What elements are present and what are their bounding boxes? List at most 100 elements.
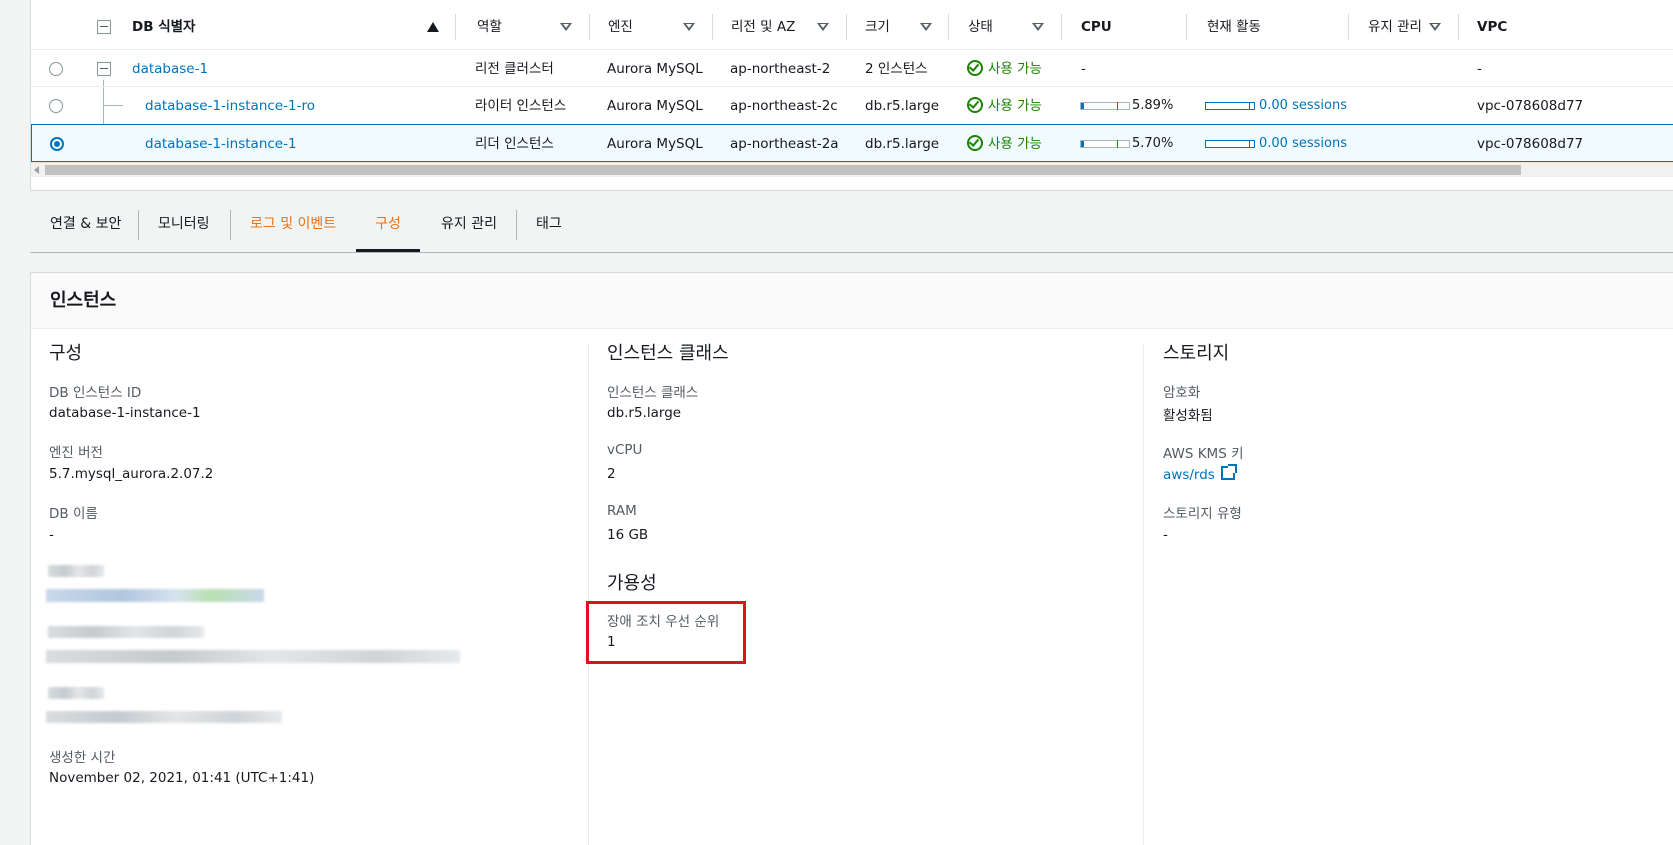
table-row-selected[interactable]: database-1-instance-1 리더 인스턴스 Aurora MyS… bbox=[31, 124, 1673, 162]
status-ok-icon bbox=[967, 135, 983, 151]
status-cell: 사용 가능 bbox=[967, 125, 1042, 163]
sort-region-icon[interactable] bbox=[817, 23, 829, 31]
db-instances-table: DB 식별자 역할 엔진 리전 및 AZ 크기 상태 CPU 현재 활동 유지 … bbox=[30, 0, 1673, 191]
size-cell: db.r5.large bbox=[865, 136, 940, 152]
header-size[interactable]: 크기 bbox=[865, 0, 890, 54]
db-id-link[interactable]: database-1-instance-1-ro bbox=[145, 86, 315, 126]
header-maintenance[interactable]: 유지 관리 bbox=[1368, 0, 1422, 54]
kms-key-link[interactable]: aws/rds bbox=[1163, 467, 1215, 483]
engine-cell: Aurora MySQL bbox=[607, 98, 703, 114]
header-activity[interactable]: 현재 활동 bbox=[1207, 0, 1261, 54]
sort-status-icon[interactable] bbox=[1032, 23, 1044, 31]
sessions-bar bbox=[1205, 102, 1255, 110]
sessions-link[interactable]: 0.00 sessions bbox=[1259, 125, 1347, 163]
scroll-left-icon[interactable] bbox=[34, 166, 39, 174]
instance-class-heading: 인스턴스 클래스 bbox=[607, 343, 729, 364]
redacted-label bbox=[48, 626, 204, 638]
horizontal-scrollbar[interactable] bbox=[31, 162, 1673, 177]
tab-logs-events[interactable]: 로그 및 이벤트 bbox=[250, 205, 336, 252]
created-label: 생성한 시간 bbox=[49, 750, 116, 766]
collapse-row-icon[interactable] bbox=[97, 62, 111, 76]
header-region-az[interactable]: 리전 및 AZ bbox=[731, 0, 795, 54]
status-cell: 사용 가능 bbox=[967, 49, 1042, 89]
instance-class-label: 인스턴스 클래스 bbox=[607, 385, 699, 401]
region-cell: ap-northeast-2 bbox=[730, 61, 831, 77]
instance-id-label: DB 인스턴스 ID bbox=[49, 385, 142, 401]
header-status[interactable]: 상태 bbox=[968, 0, 993, 54]
sort-size-icon[interactable] bbox=[920, 23, 932, 31]
instance-class-value: db.r5.large bbox=[607, 405, 682, 421]
ram-value: 16 GB bbox=[607, 527, 649, 543]
tab-maintenance[interactable]: 유지 관리 bbox=[441, 205, 497, 252]
table-row[interactable]: database-1-instance-1-ro 라이터 인스턴스 Aurora… bbox=[31, 86, 1673, 126]
engine-version-label: 엔진 버전 bbox=[49, 445, 103, 461]
role-cell: 리전 클러스터 bbox=[475, 61, 554, 77]
cpu-value: 5.89% bbox=[1132, 98, 1174, 113]
region-cell: ap-northeast-2c bbox=[730, 98, 838, 114]
engine-cell: Aurora MySQL bbox=[607, 61, 703, 77]
availability-heading: 가용성 bbox=[607, 573, 657, 594]
cpu-cell: - bbox=[1081, 61, 1086, 77]
kms-key-label: AWS KMS 키 bbox=[1163, 446, 1244, 462]
vcpu-value: 2 bbox=[607, 466, 616, 482]
header-role[interactable]: 역할 bbox=[477, 0, 502, 54]
sort-maintenance-icon[interactable] bbox=[1429, 23, 1441, 31]
tab-monitoring[interactable]: 모니터링 bbox=[158, 205, 210, 252]
status-cell: 사용 가능 bbox=[967, 86, 1042, 126]
redacted-value bbox=[46, 589, 264, 602]
ram-label: RAM bbox=[607, 503, 637, 519]
redacted-label bbox=[48, 687, 104, 699]
tab-tags[interactable]: 태그 bbox=[536, 205, 562, 252]
panel-title: 인스턴스 bbox=[50, 290, 117, 311]
scrollbar-thumb[interactable] bbox=[45, 165, 1521, 175]
region-cell: ap-northeast-2a bbox=[730, 136, 839, 152]
vpc-cell: vpc-078608d77 bbox=[1477, 98, 1584, 114]
status-ok-icon bbox=[967, 97, 983, 113]
encryption-value: 활성화됨 bbox=[1163, 408, 1213, 424]
created-value: November 02, 2021, 01:41 (UTC+1:41) bbox=[49, 770, 315, 786]
header-cpu[interactable]: CPU bbox=[1081, 0, 1112, 54]
header-db-id[interactable]: DB 식별자 bbox=[132, 0, 195, 54]
tab-connectivity[interactable]: 연결 & 보안 bbox=[50, 205, 121, 252]
db-id-link[interactable]: database-1 bbox=[132, 49, 208, 89]
cpu-bar bbox=[1080, 140, 1130, 148]
status-ok-icon bbox=[967, 60, 983, 76]
engine-version-value: 5.7.mysql_aurora.2.07.2 bbox=[49, 466, 214, 482]
vpc-cell: - bbox=[1477, 61, 1482, 77]
row-radio[interactable] bbox=[49, 99, 63, 113]
tab-configuration[interactable]: 구성 bbox=[356, 205, 420, 252]
redacted-label bbox=[48, 565, 104, 577]
storage-type-value: - bbox=[1163, 527, 1168, 543]
kms-key-value: aws/rds bbox=[1163, 464, 1237, 483]
size-cell: db.r5.large bbox=[865, 98, 940, 114]
db-name-value: - bbox=[49, 527, 54, 543]
engine-cell: Aurora MySQL bbox=[607, 136, 703, 152]
encryption-label: 암호화 bbox=[1163, 385, 1201, 401]
header-vpc[interactable]: VPC bbox=[1477, 0, 1507, 54]
storage-type-label: 스토리지 유형 bbox=[1163, 506, 1242, 522]
cpu-bar bbox=[1080, 102, 1130, 110]
config-heading: 구성 bbox=[49, 343, 83, 364]
highlight-box bbox=[586, 601, 746, 664]
db-id-link[interactable]: database-1-instance-1 bbox=[145, 125, 297, 163]
collapse-all-icon[interactable] bbox=[97, 20, 111, 34]
row-radio[interactable] bbox=[49, 62, 63, 76]
role-cell: 리더 인스턴스 bbox=[475, 136, 554, 152]
instance-detail-panel: 인스턴스 bbox=[30, 272, 1673, 845]
role-cell: 라이터 인스턴스 bbox=[475, 98, 567, 114]
cpu-value: 5.70% bbox=[1132, 136, 1174, 151]
sessions-link[interactable]: 0.00 sessions bbox=[1259, 86, 1347, 126]
storage-heading: 스토리지 bbox=[1163, 343, 1230, 364]
header-engine[interactable]: 엔진 bbox=[608, 0, 633, 54]
redacted-value bbox=[46, 711, 282, 723]
vcpu-label: vCPU bbox=[607, 442, 643, 458]
size-cell: 2 인스턴스 bbox=[865, 61, 928, 77]
row-radio-selected[interactable] bbox=[50, 137, 64, 151]
sessions-bar bbox=[1205, 140, 1255, 148]
sort-ascending-icon[interactable] bbox=[427, 22, 439, 32]
table-row[interactable]: database-1 리전 클러스터 Aurora MySQL ap-north… bbox=[31, 49, 1673, 89]
vpc-cell: vpc-078608d77 bbox=[1477, 136, 1584, 152]
instance-id-value: database-1-instance-1 bbox=[49, 405, 201, 421]
sort-engine-icon[interactable] bbox=[683, 23, 695, 31]
sort-role-icon[interactable] bbox=[560, 23, 572, 31]
